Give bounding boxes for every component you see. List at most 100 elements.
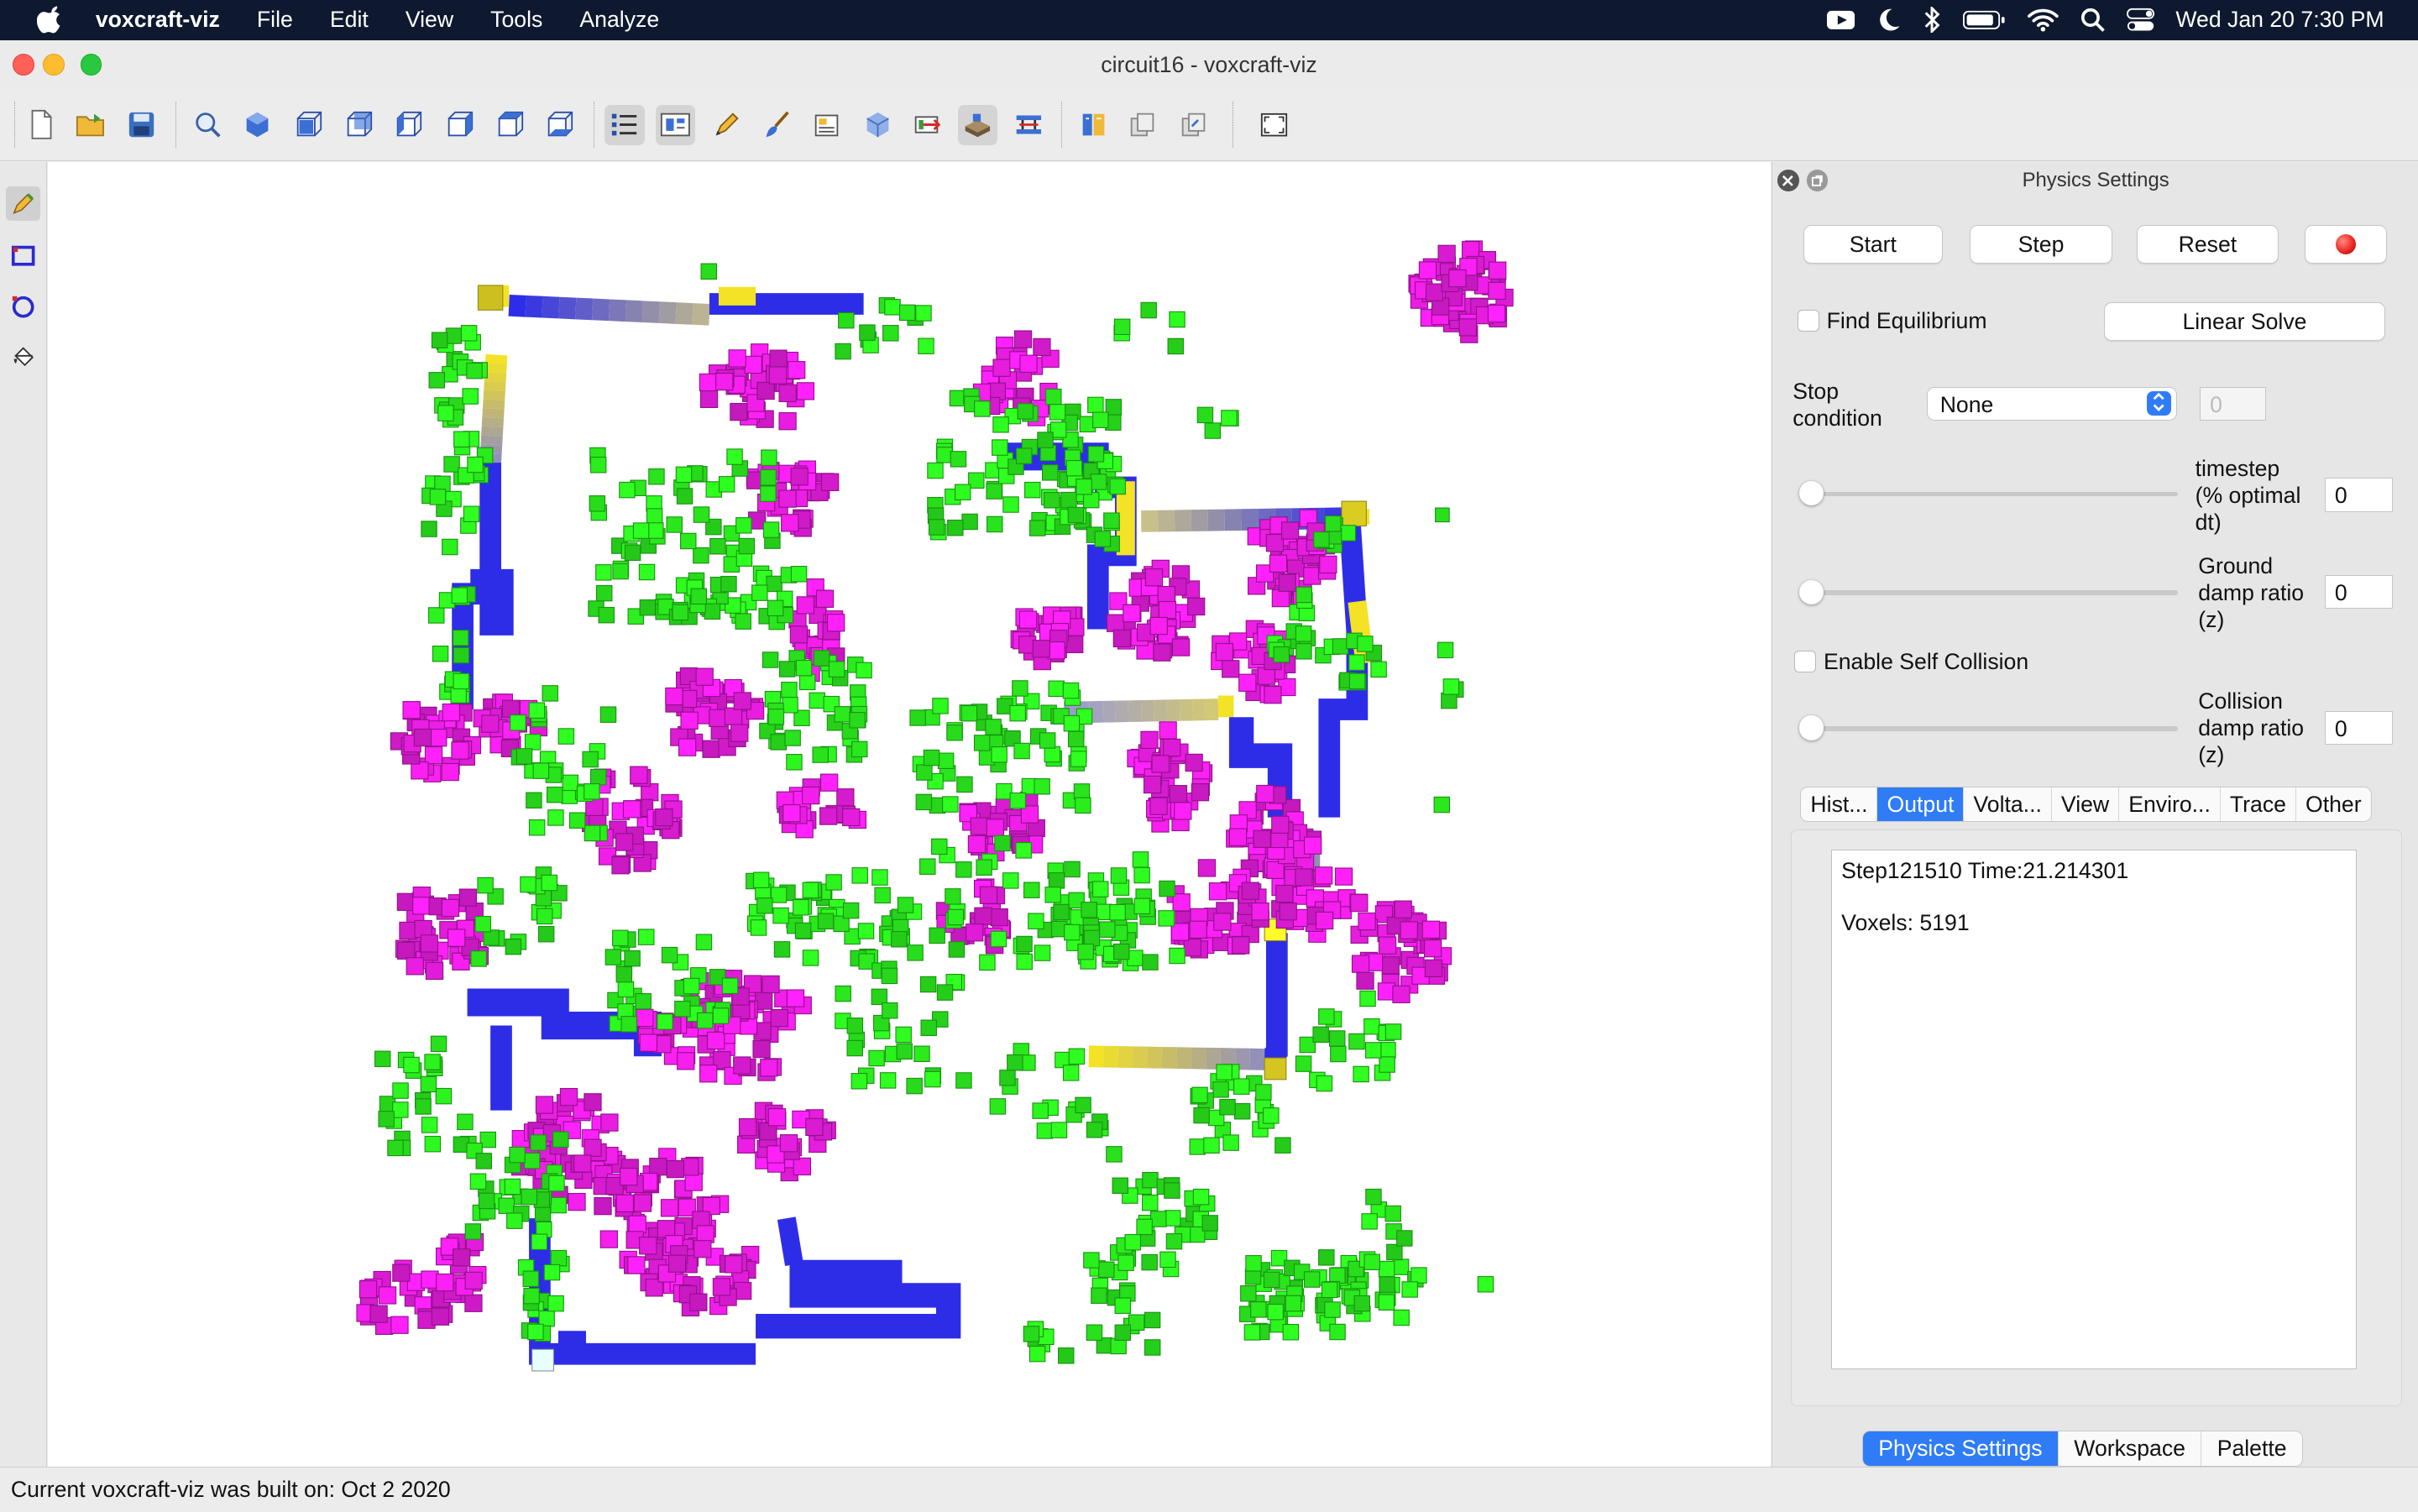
paste-icon[interactable] [1174,105,1214,145]
voxel [1014,743,1029,758]
output-text-area[interactable]: Step121510 Time:21.214301 Voxels: 5191 [1831,850,2357,1369]
app-menu[interactable]: voxcraft-viz [96,7,220,33]
collision-damp-slider-knob[interactable] [1799,715,1824,740]
view-top-icon[interactable] [490,105,531,145]
voxel [1205,423,1220,438]
voxel [1234,1079,1249,1094]
moon-icon[interactable] [1876,8,1901,32]
start-button[interactable]: Start [1803,225,1942,264]
ground-damp-slider-track[interactable] [1799,590,2179,595]
pencil-icon[interactable] [6,186,39,220]
voxel [1000,1070,1015,1085]
float-panel-icon[interactable] [1807,170,1829,191]
voxel [1216,643,1233,660]
view-right-icon[interactable] [439,105,479,145]
tab-environment[interactable]: Enviro... [2119,787,2221,821]
ground-damp-input[interactable]: 0 [2325,575,2393,609]
tab-view[interactable]: View [2052,787,2119,821]
voxel [1279,574,1295,591]
timestep-slider-knob[interactable] [1799,481,1824,505]
wifi-icon[interactable] [2028,8,2059,32]
minimize-window-button[interactable] [43,54,65,76]
voxel [1144,1312,1159,1327]
zoom-fit-icon[interactable] [188,105,228,145]
new-file-icon[interactable] [22,105,62,145]
voxel-beam-segment [493,409,494,418]
step-button[interactable]: Step [1970,225,2112,264]
voxel [1173,894,1190,911]
paint-bucket-icon[interactable] [6,341,39,374]
voxel [584,1094,601,1111]
tab-palette[interactable]: Palette [2201,1431,2302,1465]
video-icon[interactable] [1827,9,1855,31]
battery-icon[interactable] [1963,9,2006,31]
menu-tools[interactable]: Tools [490,7,542,33]
voxel [1017,954,1032,969]
voxel [667,517,682,532]
tab-trace[interactable]: Trace [2221,787,2296,821]
menu-edit[interactable]: Edit [330,7,369,33]
collision-damp-input[interactable]: 0 [2325,711,2393,745]
bluetooth-icon[interactable] [1923,7,1941,33]
voxel-scene[interactable] [48,162,1771,1467]
tab-physics-settings[interactable]: Physics Settings [1863,1431,2059,1465]
voxel-beam-segment [593,309,610,310]
linear-solve-button[interactable]: Linear Solve [2104,302,2384,341]
tab-other[interactable]: Other [2296,787,2371,821]
timestep-input[interactable]: 0 [2325,478,2393,511]
voxel [730,403,747,420]
menubar-clock[interactable]: Wed Jan 20 7:30 PM [2175,7,2384,33]
view-bottom-icon[interactable] [540,105,580,145]
voxel [1063,1065,1078,1080]
apple-icon[interactable] [37,6,65,34]
stop-condition-select[interactable]: None [1927,387,2177,421]
save-icon[interactable] [122,105,162,145]
timestep-slider-track[interactable] [1799,492,2179,497]
menu-view[interactable]: View [406,7,453,33]
menu-file[interactable]: File [257,7,293,33]
export-icon[interactable] [908,105,949,145]
find-equilibrium-checkbox[interactable] [1798,310,1819,332]
tab-output[interactable]: Output [1877,787,1964,821]
chevron-updown-icon [2147,391,2171,416]
reset-button[interactable]: Reset [2137,225,2279,264]
tab-history[interactable]: Hist... [1801,787,1877,821]
control-center-icon[interactable] [2127,8,2154,32]
close-window-button[interactable] [13,54,34,76]
close-panel-icon[interactable] [1777,170,1799,191]
self-collision-checkbox[interactable] [1794,651,1816,672]
list-icon[interactable] [604,105,645,145]
voxel [1143,1195,1158,1210]
cube-icon[interactable] [857,105,898,145]
zoom-window-button[interactable] [81,54,102,76]
ground-damp-slider-knob[interactable] [1799,580,1824,604]
copy-icon[interactable] [1123,105,1163,145]
brush-icon[interactable] [757,105,798,145]
fullscreen-icon[interactable] [1253,105,1294,145]
menu-analyze[interactable]: Analyze [579,7,659,33]
pencil-icon[interactable] [706,105,746,145]
tab-workspace[interactable]: Workspace [2059,1431,2201,1465]
palette-icon[interactable] [656,105,696,145]
stop-condition-number[interactable]: 0 [2200,387,2266,421]
voxel [993,359,1010,376]
rectangle-icon[interactable] [6,239,39,273]
structure-icon[interactable] [807,105,847,145]
view-front-icon[interactable] [288,105,328,145]
view-back-icon[interactable] [339,105,379,145]
book-icon[interactable] [1073,105,1113,145]
workspace-icon[interactable] [1008,105,1049,145]
ellipse-icon[interactable] [6,290,39,323]
voxel [553,1132,568,1147]
collision-damp-label-line: Collision [2198,688,2304,714]
voxel [1229,829,1246,845]
search-icon[interactable] [2080,8,2105,32]
tab-voltage[interactable]: Volta... [1964,787,2051,821]
physics-sandbox-icon[interactable] [958,105,998,145]
3d-viewport[interactable] [48,162,1771,1467]
collision-damp-slider-track[interactable] [1799,726,2179,731]
view-left-icon[interactable] [389,105,429,145]
open-folder-icon[interactable] [71,105,111,145]
record-button[interactable] [2305,225,2387,264]
view-perspective-icon[interactable] [238,105,278,145]
